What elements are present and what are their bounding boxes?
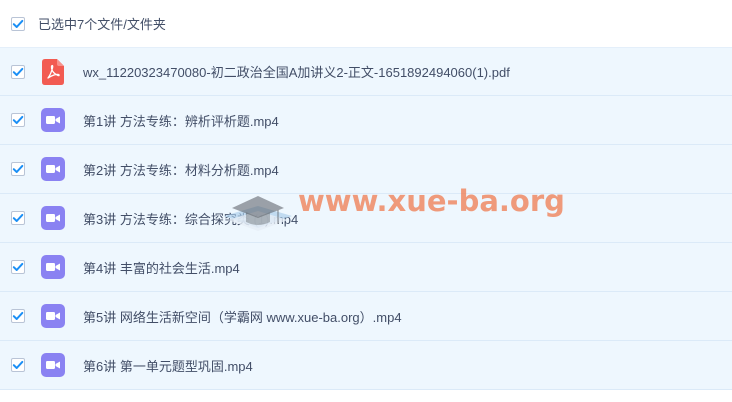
video-icon bbox=[41, 205, 65, 231]
file-row[interactable]: 第1讲 方法专练：辨析评析题.mp4 bbox=[0, 96, 732, 145]
video-icon bbox=[41, 352, 65, 378]
file-name: 第4讲 丰富的社会生活.mp4 bbox=[83, 260, 240, 276]
file-name: 第5讲 网络生活新空间（学霸网 www.xue-ba.org）.mp4 bbox=[83, 309, 402, 325]
file-row[interactable]: 第5讲 网络生活新空间（学霸网 www.xue-ba.org）.mp4 bbox=[0, 292, 732, 341]
file-checkbox[interactable] bbox=[11, 162, 25, 176]
file-row[interactable]: 第4讲 丰富的社会生活.mp4 bbox=[0, 243, 732, 292]
file-checkbox[interactable] bbox=[11, 64, 25, 79]
file-name: 第1讲 方法专练：辨析评析题.mp4 bbox=[83, 113, 279, 129]
file-checkbox[interactable] bbox=[11, 309, 25, 323]
file-row[interactable]: 第3讲 方法专练：综合探究类 (1).mp4 bbox=[0, 194, 732, 243]
file-checkbox[interactable] bbox=[11, 260, 25, 274]
checkmark-icon bbox=[12, 213, 24, 222]
file-name: wx_11220323470080-初二政治全国A加讲义2-正文-1651892… bbox=[83, 65, 510, 80]
checkmark-icon bbox=[12, 311, 24, 320]
checkmark-icon bbox=[12, 19, 24, 28]
file-row[interactable]: 第6讲 第一单元题型巩固.mp4 bbox=[0, 341, 732, 390]
checkmark-icon bbox=[12, 115, 24, 124]
checkmark-icon bbox=[12, 262, 24, 271]
checkmark-icon bbox=[12, 360, 24, 369]
video-icon bbox=[41, 254, 65, 280]
video-icon bbox=[41, 303, 65, 329]
file-checkbox[interactable] bbox=[11, 211, 25, 225]
pdf-icon bbox=[41, 58, 65, 85]
checkmark-icon bbox=[12, 67, 24, 76]
file-selection-panel: 已选中7个文件/文件夹 wx_11220323470080-初二政治全国A加讲义… bbox=[0, 0, 732, 402]
file-name: 第3讲 方法专练：综合探究类 (1).mp4 bbox=[83, 211, 299, 227]
video-icon bbox=[41, 107, 65, 133]
file-row[interactable]: wx_11220323470080-初二政治全国A加讲义2-正文-1651892… bbox=[0, 47, 732, 96]
file-name: 第6讲 第一单元题型巩固.mp4 bbox=[83, 358, 253, 374]
file-name: 第2讲 方法专练：材料分析题.mp4 bbox=[83, 162, 279, 178]
file-row[interactable]: 第2讲 方法专练：材料分析题.mp4 bbox=[0, 145, 732, 194]
selection-header: 已选中7个文件/文件夹 bbox=[0, 0, 732, 47]
file-checkbox[interactable] bbox=[11, 113, 25, 127]
checkmark-icon bbox=[12, 164, 24, 173]
file-list: wx_11220323470080-初二政治全国A加讲义2-正文-1651892… bbox=[0, 47, 732, 390]
select-all-checkbox[interactable] bbox=[11, 16, 25, 31]
file-checkbox[interactable] bbox=[11, 358, 25, 372]
video-icon bbox=[41, 156, 65, 182]
selection-count-label: 已选中7个文件/文件夹 bbox=[38, 17, 166, 32]
